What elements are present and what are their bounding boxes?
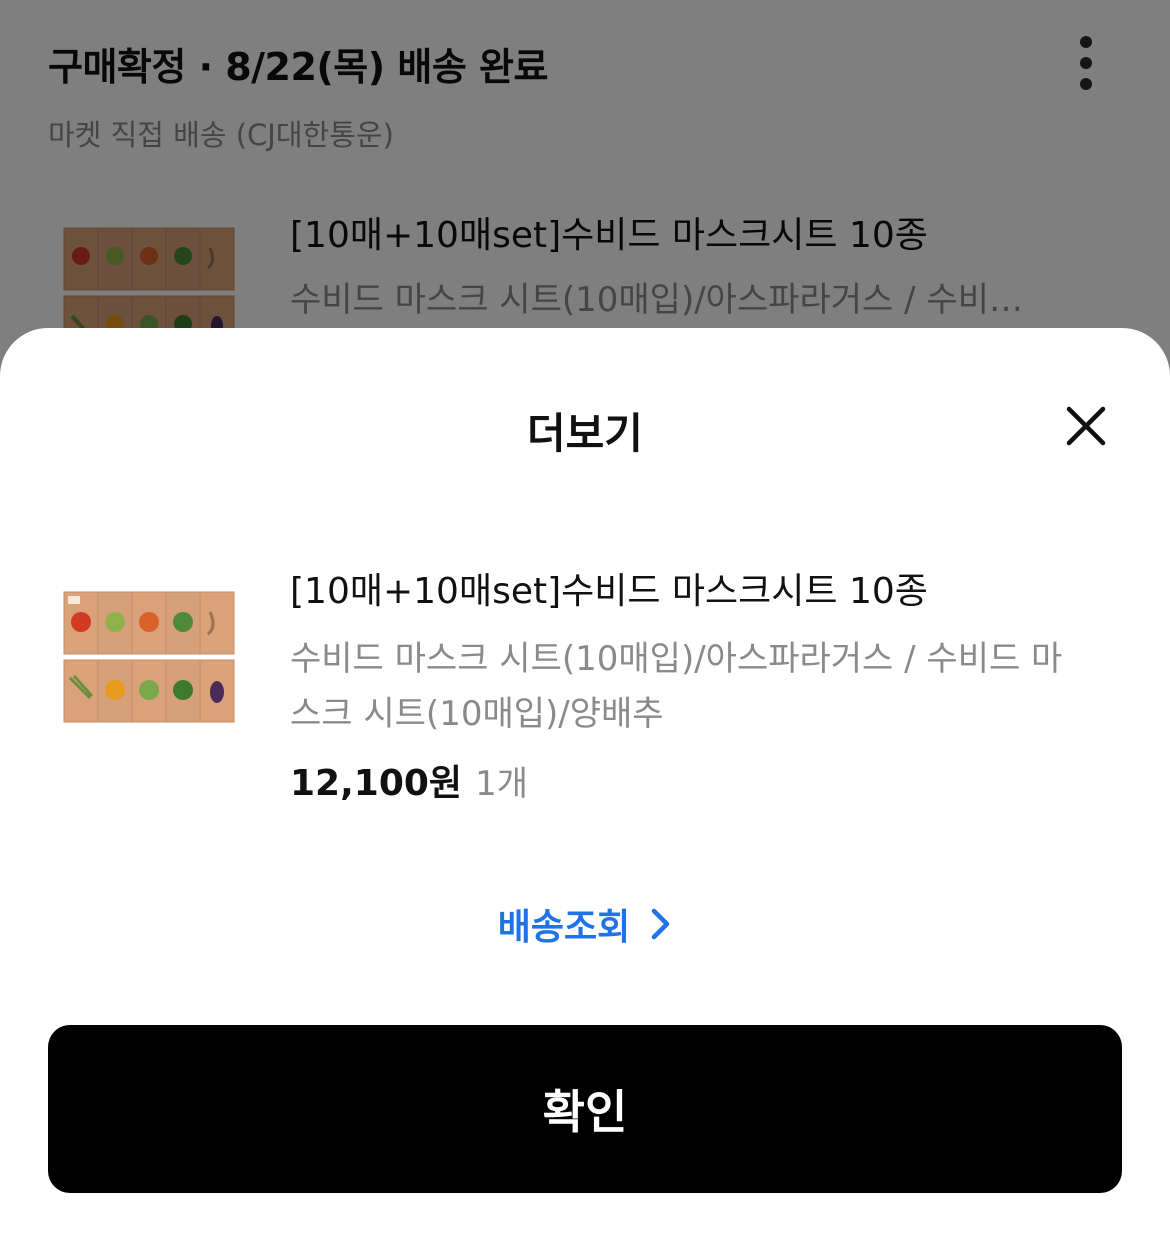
close-button[interactable] (1058, 398, 1114, 454)
price-row: 12,100원 1개 (290, 754, 528, 806)
product-option: 수비드 마스크 시트(10매입)/아스파라거스 / 수비드 마스크 시트(10매… (290, 639, 1063, 734)
order-item: [10매+10매set]수비드 마스크시트 10종 수비드 마스크 시트(10매… (48, 558, 1128, 818)
close-icon (1066, 406, 1106, 446)
confirm-button[interactable]: 확인 (48, 1025, 1122, 1193)
more-bottom-sheet: 더보기 [10매+10매set]수비드 마스크시트 10종 수비드 마스크 시트… (0, 328, 1170, 1241)
chevron-right-icon (650, 907, 672, 941)
product-quantity: 1개 (475, 764, 529, 804)
confirm-button-label: 확인 (542, 1085, 628, 1139)
product-price: 12,100원 (290, 763, 463, 804)
track-delivery-link[interactable]: 배송조회 (0, 898, 1170, 950)
track-delivery-label: 배송조회 (497, 907, 631, 948)
product-thumbnail (48, 558, 238, 748)
sheet-title: 더보기 (527, 409, 643, 458)
product-title: [10매+10매set]수비드 마스크시트 10종 (290, 571, 928, 612)
